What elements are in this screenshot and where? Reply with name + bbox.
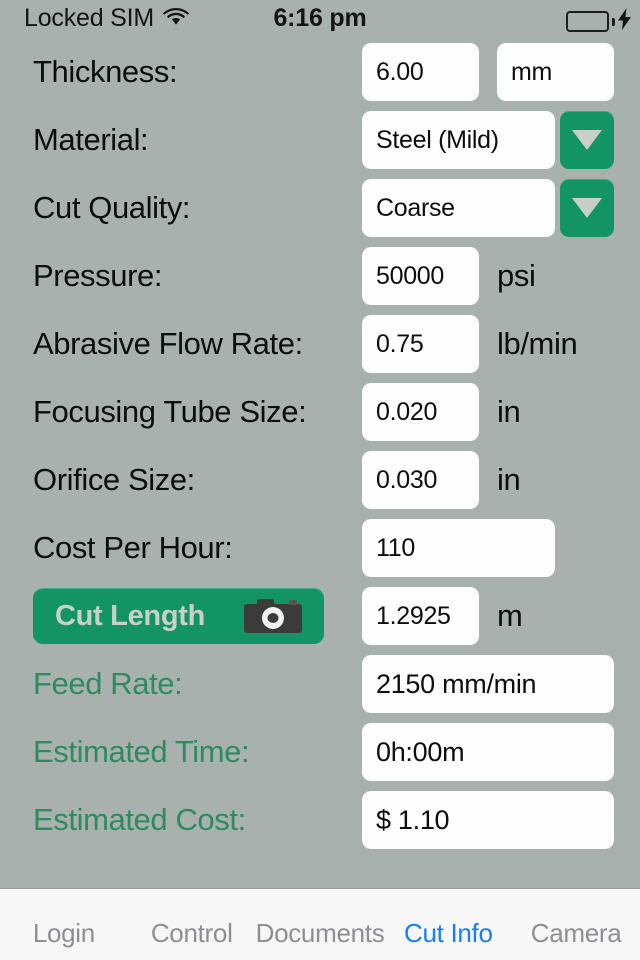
battery-cap xyxy=(612,17,615,26)
row-focusing-tube-size: Focusing Tube Size: 0.020 in xyxy=(0,378,640,446)
clock-label: 6:16 pm xyxy=(273,4,367,32)
cut-length-button-label: Cut Length xyxy=(55,599,206,632)
label-material: Material: xyxy=(33,122,149,157)
input-cut-length[interactable]: 1.2925 xyxy=(362,587,479,645)
row-cut-quality: Cut Quality: Coarse xyxy=(0,174,640,242)
battery-full-icon xyxy=(566,11,609,32)
row-material: Material: Steel (Mild) xyxy=(0,106,640,174)
value-estimated-cost: $ 1.10 xyxy=(362,791,614,849)
label-focusing-tube-size: Focusing Tube Size: xyxy=(33,394,307,429)
input-focusing-tube-size[interactable]: 0.020 xyxy=(362,383,479,441)
label-estimated-cost: Estimated Cost: xyxy=(33,802,246,837)
cut-length-button[interactable]: Cut Length xyxy=(33,588,324,644)
value-estimated-time: 0h:00m xyxy=(362,723,614,781)
value-feed-rate: 2150 mm/min xyxy=(362,655,614,713)
app-screen: Locked SIM 6:16 pm Thickness: 6.00 mm Ma… xyxy=(0,0,640,960)
label-feed-rate: Feed Rate: xyxy=(33,666,183,701)
label-abrasive-flow-rate: Abrasive Flow Rate: xyxy=(33,326,303,361)
unit-cut-length: m xyxy=(497,598,523,633)
camera-icon xyxy=(244,597,302,635)
material-dropdown-button[interactable] xyxy=(560,111,614,169)
row-cost-per-hour: Cost Per Hour: 110 xyxy=(0,514,640,582)
tab-documents[interactable]: Documents xyxy=(256,918,385,960)
row-orifice-size: Orifice Size: 0.030 in xyxy=(0,446,640,514)
row-thickness: Thickness: 6.00 mm xyxy=(0,38,640,106)
tab-camera[interactable]: Camera xyxy=(512,918,640,960)
unit-pressure: psi xyxy=(497,258,536,293)
input-thickness-unit[interactable]: mm xyxy=(497,43,614,101)
unit-abrasive-flow-rate: lb/min xyxy=(497,326,578,361)
tab-cut-info[interactable]: Cut Info xyxy=(384,918,512,960)
status-bar-right xyxy=(566,8,632,35)
cut-quality-dropdown-button[interactable] xyxy=(560,179,614,237)
label-pressure: Pressure: xyxy=(33,258,163,293)
row-cut-length: Cut Length 1.2925 m xyxy=(0,582,640,650)
tab-bar: Login Control Documents Cut Info Camera xyxy=(0,888,640,960)
chevron-down-icon xyxy=(572,130,602,150)
select-material[interactable]: Steel (Mild) xyxy=(362,111,555,169)
label-cost-per-hour: Cost Per Hour: xyxy=(33,530,233,565)
input-abrasive-flow-rate[interactable]: 0.75 xyxy=(362,315,479,373)
unit-focusing-tube-size: in xyxy=(497,394,521,429)
select-cut-quality[interactable]: Coarse xyxy=(362,179,555,237)
label-estimated-time: Estimated Time: xyxy=(33,734,250,769)
label-cut-quality: Cut Quality: xyxy=(33,190,191,225)
row-estimated-time: Estimated Time: 0h:00m xyxy=(0,718,640,786)
input-cost-per-hour[interactable]: 110 xyxy=(362,519,555,577)
row-feed-rate: Feed Rate: 2150 mm/min xyxy=(0,650,640,718)
input-pressure[interactable]: 50000 xyxy=(362,247,479,305)
label-orifice-size: Orifice Size: xyxy=(33,462,195,497)
input-orifice-size[interactable]: 0.030 xyxy=(362,451,479,509)
chevron-down-icon xyxy=(572,198,602,218)
row-pressure: Pressure: 50000 psi xyxy=(0,242,640,310)
unit-orifice-size: in xyxy=(497,462,521,497)
tab-control[interactable]: Control xyxy=(128,918,256,960)
status-bar: Locked SIM 6:16 pm xyxy=(0,0,640,38)
input-thickness[interactable]: 6.00 xyxy=(362,43,479,101)
row-estimated-cost: Estimated Cost: $ 1.10 xyxy=(0,786,640,854)
label-thickness: Thickness: xyxy=(33,54,178,89)
row-abrasive-flow-rate: Abrasive Flow Rate: 0.75 lb/min xyxy=(0,310,640,378)
tab-login[interactable]: Login xyxy=(0,918,128,960)
cut-info-form: Thickness: 6.00 mm Material: Steel (Mild… xyxy=(0,38,640,888)
charging-bolt-icon xyxy=(618,8,632,35)
